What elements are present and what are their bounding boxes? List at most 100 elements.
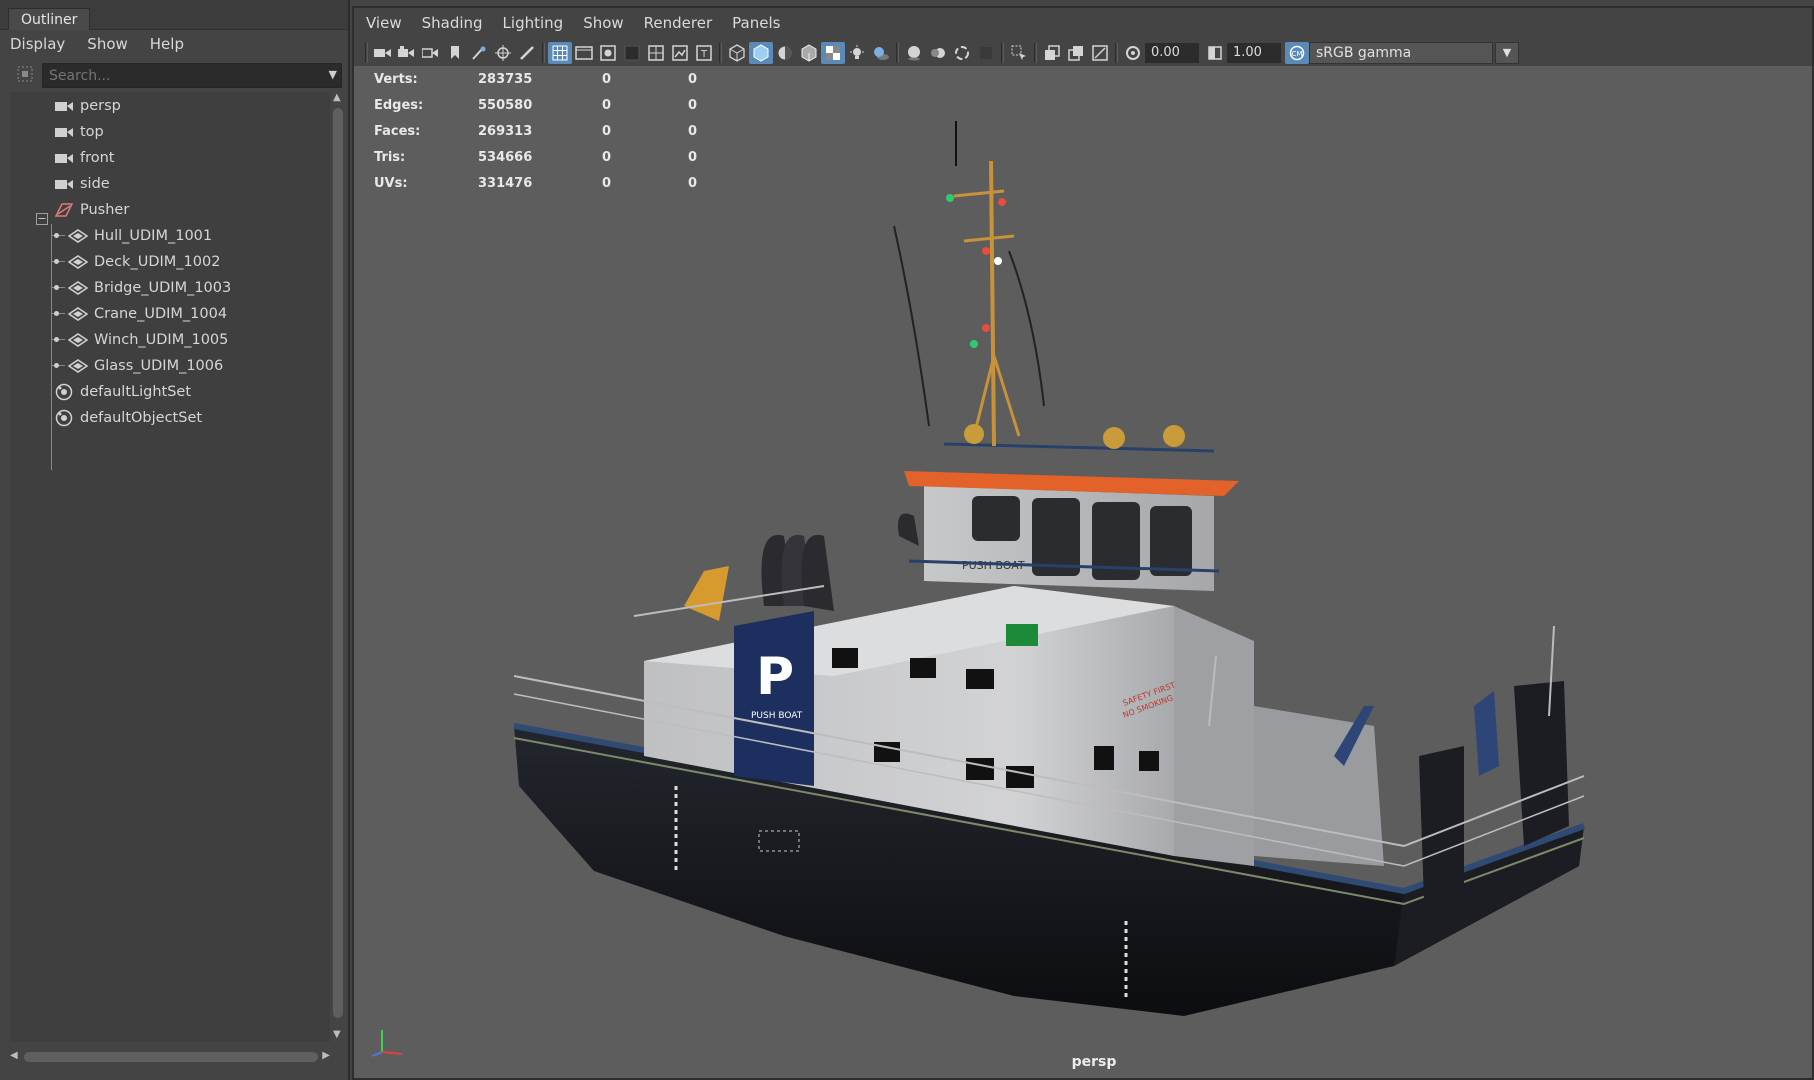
gamma-field[interactable]: 1.00 [1227, 43, 1281, 63]
smooth-shade-icon[interactable] [749, 42, 773, 64]
safe-title-icon[interactable]: T [692, 42, 716, 64]
outliner-tree: − persp top front side Pusher Hull_UDIM_… [10, 92, 330, 1042]
menu-lighting[interactable]: Lighting [503, 14, 564, 32]
xray-joints-icon[interactable] [1088, 42, 1112, 64]
hud-value: 0 [688, 123, 698, 139]
view-transform-select[interactable]: sRGB gamma [1309, 42, 1493, 64]
hud-value: 331476 [478, 175, 533, 191]
screen-space-ao-icon[interactable] [902, 42, 926, 64]
outliner-item-label: Crane_UDIM_1004 [94, 306, 228, 322]
exposure-field[interactable]: 0.00 [1145, 43, 1199, 63]
hud-label: Tris: [374, 149, 406, 165]
hud-value: 0 [688, 149, 698, 165]
safe-action-icon[interactable] [668, 42, 692, 64]
search-input[interactable] [42, 63, 342, 88]
menu-help[interactable]: Help [150, 35, 184, 53]
gamma-icon[interactable] [1203, 42, 1227, 64]
outliner-panel: Outliner Display Show Help ▼ − persp [0, 0, 350, 1080]
outliner-item-bridge[interactable]: Bridge_UDIM_1003 [68, 276, 231, 300]
hud-row-edges: Edges: 550580 0 0 [374, 92, 728, 118]
outliner-item-top[interactable]: top [54, 120, 104, 144]
hud-row-verts: Verts: 283735 0 0 [374, 66, 728, 92]
outliner-tab[interactable]: Outliner [8, 8, 91, 30]
chevron-down-icon[interactable]: ▼ [1495, 42, 1519, 64]
xray-active-components-icon[interactable] [1064, 42, 1088, 64]
outliner-horizontal-scrollbar[interactable]: ◀ ▶ [10, 1050, 330, 1064]
outliner-item-glass[interactable]: Glass_UDIM_1006 [68, 354, 223, 378]
wireframe-icon[interactable] [725, 42, 749, 64]
use-default-material-icon[interactable] [773, 42, 797, 64]
color-management-icon[interactable]: CM [1285, 42, 1309, 64]
outliner-item-hull[interactable]: Hull_UDIM_1001 [68, 224, 212, 248]
field-chart-icon[interactable] [644, 42, 668, 64]
scroll-down-icon[interactable]: ▼ [333, 1029, 341, 1040]
outliner-item-side[interactable]: side [54, 172, 110, 196]
xray-icon[interactable] [1040, 42, 1064, 64]
filter-icon[interactable] [12, 65, 38, 87]
outliner-item-persp[interactable]: persp [54, 94, 121, 118]
outliner-item-deck[interactable]: Deck_UDIM_1002 [68, 250, 220, 274]
3d-viewport[interactable]: P PUSH BOAT PUSH BOAT SAFETY FIRST NO SM… [354, 66, 1812, 1078]
outliner-item-label: Deck_UDIM_1002 [94, 254, 221, 270]
film-gate-icon[interactable] [572, 42, 596, 64]
bookmark-flag-icon[interactable] [443, 42, 467, 64]
motion-blur-icon[interactable] [926, 42, 950, 64]
search-dropdown-icon[interactable]: ▼ [329, 68, 337, 81]
outliner-item-label: Glass_UDIM_1006 [94, 358, 224, 374]
depth-of-field-icon[interactable] [974, 42, 998, 64]
menu-display[interactable]: Display [10, 35, 65, 53]
outliner-item-label: top [80, 124, 104, 140]
outliner-item-label: Pusher [80, 202, 130, 218]
grid-icon[interactable] [548, 42, 572, 64]
svg-text:CM: CM [1292, 50, 1303, 58]
wireframe-on-shaded-icon[interactable] [797, 42, 821, 64]
camera-attributes-icon[interactable] [395, 42, 419, 64]
outliner-item-label: Winch_UDIM_1005 [94, 332, 229, 348]
outliner-item-defaultobjectset[interactable]: defaultObjectSet [54, 406, 202, 430]
gate-mask-icon[interactable] [620, 42, 644, 64]
outliner-vertical-scrollbar[interactable]: ▲ ▼ [332, 92, 344, 1042]
outliner-item-pusher[interactable]: Pusher [54, 198, 129, 222]
scroll-thumb[interactable] [24, 1052, 318, 1062]
scroll-left-icon[interactable]: ◀ [10, 1050, 18, 1061]
menu-renderer[interactable]: Renderer [644, 14, 712, 32]
heads-up-display: Verts: 283735 0 0 Edges: 550580 0 0 Face… [374, 66, 728, 196]
outliner-item-defaultlightset[interactable]: defaultLightSet [54, 380, 191, 404]
grease-pencil-icon[interactable] [515, 42, 539, 64]
outliner-item-winch[interactable]: Winch_UDIM_1005 [68, 328, 228, 352]
shadows-icon[interactable] [869, 42, 893, 64]
textured-icon[interactable] [821, 42, 845, 64]
menu-show[interactable]: Show [583, 14, 623, 32]
mesh-icon [68, 280, 88, 296]
hud-label: Faces: [374, 123, 421, 139]
image-plane-icon[interactable] [467, 42, 491, 64]
hud-value: 0 [602, 175, 612, 191]
hud-row-faces: Faces: 269313 0 0 [374, 118, 728, 144]
use-all-lights-icon[interactable] [845, 42, 869, 64]
menu-show[interactable]: Show [87, 35, 127, 53]
scroll-right-icon[interactable]: ▶ [322, 1050, 330, 1061]
menu-shading[interactable]: Shading [422, 14, 483, 32]
bookmarks-icon[interactable] [419, 42, 443, 64]
camera-name-label: persp [1071, 1054, 1117, 1070]
tree-node-dot [54, 259, 59, 264]
hud-row-uvs: UVs: 331476 0 0 [374, 170, 728, 196]
menu-panels[interactable]: Panels [732, 14, 780, 32]
menu-view[interactable]: View [366, 14, 402, 32]
toolbar-separator [719, 43, 722, 63]
multisample-aa-icon[interactable] [950, 42, 974, 64]
outliner-item-crane[interactable]: Crane_UDIM_1004 [68, 302, 227, 326]
2d-pan-zoom-icon[interactable] [491, 42, 515, 64]
tree-node-dot [54, 233, 59, 238]
outliner-item-front[interactable]: front [54, 146, 115, 170]
scroll-thumb[interactable] [333, 108, 343, 1018]
hud-value: 269313 [478, 123, 533, 139]
exposure-icon[interactable] [1121, 42, 1145, 64]
resolution-gate-icon[interactable] [596, 42, 620, 64]
pusher-collapse-icon[interactable]: − [36, 213, 48, 225]
toolbar-separator [542, 43, 545, 63]
isolate-select-icon[interactable] [1007, 42, 1031, 64]
scroll-up-icon[interactable]: ▲ [333, 92, 341, 103]
select-camera-icon[interactable] [371, 42, 395, 64]
mesh-icon [68, 332, 88, 348]
